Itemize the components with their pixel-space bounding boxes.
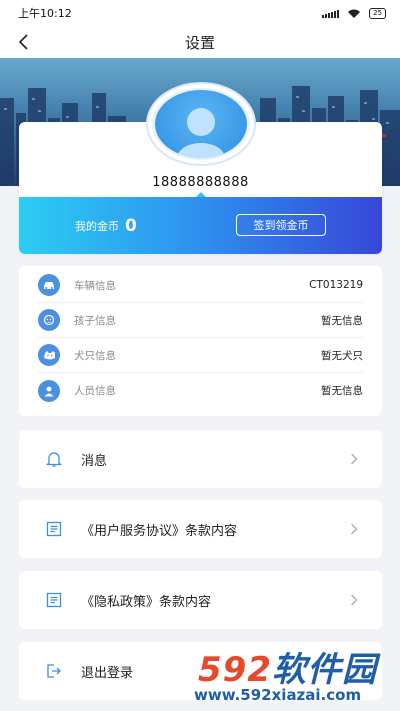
bell-icon bbox=[43, 448, 65, 470]
phone-number: 18888888888 bbox=[152, 175, 249, 190]
child-icon bbox=[38, 309, 60, 331]
watermark-url: www.592xiazai.com bbox=[194, 686, 362, 704]
status-indicators: 25 bbox=[322, 7, 386, 19]
document-icon bbox=[43, 589, 65, 611]
menu-item-user-agreement[interactable]: 《用户服务协议》条款内容 bbox=[19, 500, 382, 558]
user-avatar-icon bbox=[155, 90, 247, 158]
menu-label: 《隐私政策》条款内容 bbox=[81, 594, 212, 610]
info-value: 暂无信息 bbox=[321, 314, 363, 327]
info-label: 车辆信息 bbox=[74, 279, 116, 292]
chevron-right-icon bbox=[348, 522, 360, 536]
info-row-vehicle[interactable]: 车辆信息 CT013219 bbox=[38, 268, 363, 303]
car-icon bbox=[38, 274, 60, 296]
info-value: CT013219 bbox=[309, 279, 363, 291]
menu-item-messages[interactable]: 消息 bbox=[19, 430, 382, 488]
signal-icon bbox=[322, 8, 340, 18]
menu-label: 消息 bbox=[81, 453, 108, 469]
watermark-brand-number: 592 bbox=[198, 650, 272, 690]
info-row-person[interactable]: 人员信息 暂无信息 bbox=[38, 373, 363, 408]
document-icon bbox=[43, 518, 65, 540]
chevron-right-icon bbox=[348, 593, 360, 607]
profile-card: 18888888888 我的金币 0 签到领金币 bbox=[19, 84, 382, 254]
avatar[interactable] bbox=[148, 84, 254, 164]
battery-icon: 25 bbox=[369, 7, 386, 19]
menu-label: 《用户服务协议》条款内容 bbox=[81, 523, 238, 539]
coin-bar: 我的金币 0 签到领金币 bbox=[19, 197, 382, 254]
status-time: 上午10:12 bbox=[18, 7, 72, 20]
status-bar: 上午10:12 25 bbox=[0, 0, 400, 26]
info-label: 人员信息 bbox=[74, 385, 116, 397]
dog-icon bbox=[38, 344, 60, 366]
coin-label: 我的金币 bbox=[75, 219, 119, 233]
coin-value: 0 bbox=[125, 215, 137, 236]
page-title: 设置 bbox=[184, 33, 215, 52]
watermark-brand-text: 软件园 bbox=[271, 650, 377, 690]
info-value: 暂无犬只 bbox=[321, 349, 363, 362]
nav-bar: 设置 bbox=[0, 26, 400, 58]
person-icon bbox=[38, 379, 60, 402]
checkin-button[interactable]: 签到领金币 bbox=[236, 214, 326, 236]
info-label: 孩子信息 bbox=[74, 314, 116, 327]
chevron-right-icon bbox=[348, 452, 360, 466]
info-value: 暂无信息 bbox=[321, 385, 363, 397]
watermark-brand: 592软件园 bbox=[198, 642, 377, 691]
info-row-dog[interactable]: 犬只信息 暂无犬只 bbox=[38, 338, 363, 373]
logout-icon bbox=[43, 660, 65, 682]
info-row-child[interactable]: 孩子信息 暂无信息 bbox=[38, 303, 363, 338]
chevron-left-icon[interactable] bbox=[12, 30, 36, 54]
wifi-icon bbox=[348, 9, 361, 18]
watermark: 592软件园 www.592xiazai.com bbox=[188, 640, 400, 711]
menu-item-privacy-policy[interactable]: 《隐私政策》条款内容 bbox=[19, 571, 382, 629]
info-card: 车辆信息 CT013219 孩子信息 暂无信息 犬只信息 暂无犬只 人员信息 暂… bbox=[19, 266, 382, 416]
info-label: 犬只信息 bbox=[74, 349, 116, 362]
